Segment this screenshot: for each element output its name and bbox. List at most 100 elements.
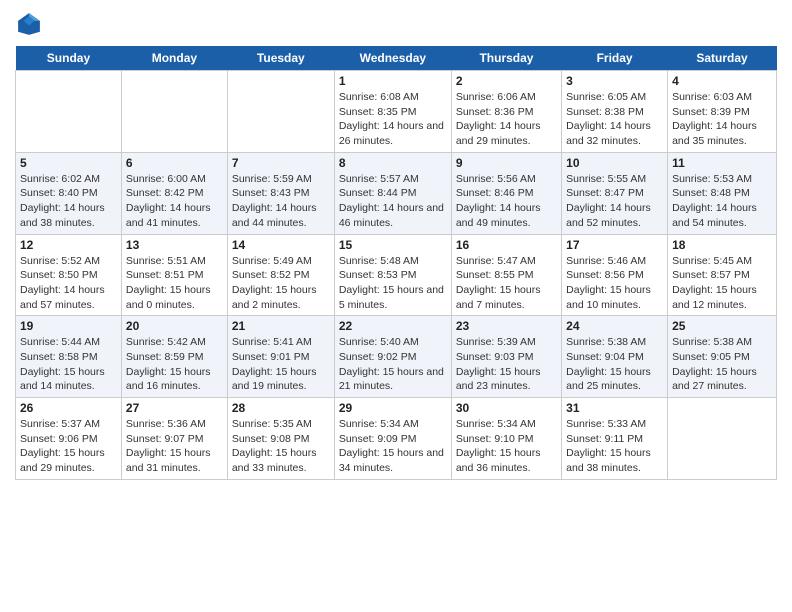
table-row: 28 Sunrise: 5:35 AMSunset: 9:08 PMDayligh… — [227, 398, 334, 480]
date-number: 9 — [456, 156, 557, 170]
table-row: 21 Sunrise: 5:41 AMSunset: 9:01 PMDayligh… — [227, 316, 334, 398]
day-info: Sunrise: 5:51 AMSunset: 8:51 PMDaylight:… — [126, 254, 223, 313]
date-number: 23 — [456, 319, 557, 333]
day-info: Sunrise: 5:42 AMSunset: 8:59 PMDaylight:… — [126, 335, 223, 394]
day-info: Sunrise: 5:49 AMSunset: 8:52 PMDaylight:… — [232, 254, 330, 313]
table-row: 17 Sunrise: 5:46 AMSunset: 8:56 PMDayligh… — [562, 234, 668, 316]
day-info: Sunrise: 6:00 AMSunset: 8:42 PMDaylight:… — [126, 172, 223, 231]
date-number: 26 — [20, 401, 117, 415]
day-info: Sunrise: 5:56 AMSunset: 8:46 PMDaylight:… — [456, 172, 557, 231]
date-number: 18 — [672, 238, 772, 252]
day-info: Sunrise: 5:53 AMSunset: 8:48 PMDaylight:… — [672, 172, 772, 231]
table-row: 29 Sunrise: 5:34 AMSunset: 9:09 PMDayligh… — [334, 398, 451, 480]
date-number: 4 — [672, 74, 772, 88]
date-number: 17 — [566, 238, 663, 252]
date-number: 10 — [566, 156, 663, 170]
table-row: 27Sunrise: 5:36 AMSunset: 9:07 PMDayligh… — [121, 398, 227, 480]
table-row: 24Sunrise: 5:38 AMSunset: 9:04 PMDayligh… — [562, 316, 668, 398]
table-row: 31 Sunrise: 5:33 AMSunset: 9:11 PMDayligh… — [562, 398, 668, 480]
date-number: 6 — [126, 156, 223, 170]
table-row: 4 Sunrise: 6:03 AMSunset: 8:39 PMDaylight… — [668, 71, 777, 153]
date-number: 13 — [126, 238, 223, 252]
date-number: 30 — [456, 401, 557, 415]
day-info: Sunrise: 5:59 AMSunset: 8:43 PMDaylight:… — [232, 172, 330, 231]
date-number: 25 — [672, 319, 772, 333]
logo — [15, 10, 45, 38]
table-row: 8Sunrise: 5:57 AMSunset: 8:44 PMDaylight… — [334, 152, 451, 234]
day-info: Sunrise: 5:44 AMSunset: 8:58 PMDaylight:… — [20, 335, 117, 394]
date-number: 28 — [232, 401, 330, 415]
day-info: Sunrise: 5:35 AMSunset: 9:08 PMDaylight:… — [232, 417, 330, 476]
header-wednesday: Wednesday — [334, 46, 451, 71]
table-row: 1 Sunrise: 6:08 AMSunset: 8:35 PMDaylight… — [334, 71, 451, 153]
date-number: 20 — [126, 319, 223, 333]
table-row — [227, 71, 334, 153]
table-row: 12 Sunrise: 5:52 AMSunset: 8:50 PMDayligh… — [16, 234, 122, 316]
header-monday: Monday — [121, 46, 227, 71]
table-row — [121, 71, 227, 153]
calendar-week-row: 1 Sunrise: 6:08 AMSunset: 8:35 PMDaylight… — [16, 71, 777, 153]
day-info: Sunrise: 6:03 AMSunset: 8:39 PMDaylight:… — [672, 90, 772, 149]
table-row: 10Sunrise: 5:55 AMSunset: 8:47 PMDayligh… — [562, 152, 668, 234]
date-number: 15 — [339, 238, 447, 252]
day-info: Sunrise: 5:38 AMSunset: 9:05 PMDaylight:… — [672, 335, 772, 394]
date-number: 31 — [566, 401, 663, 415]
day-info: Sunrise: 5:37 AMSunset: 9:06 PMDaylight:… — [20, 417, 117, 476]
date-number: 29 — [339, 401, 447, 415]
day-info: Sunrise: 6:02 AMSunset: 8:40 PMDaylight:… — [20, 172, 117, 231]
table-row: 25 Sunrise: 5:38 AMSunset: 9:05 PMDayligh… — [668, 316, 777, 398]
table-row: 23 Sunrise: 5:39 AMSunset: 9:03 PMDayligh… — [451, 316, 561, 398]
date-number: 11 — [672, 156, 772, 170]
date-number: 19 — [20, 319, 117, 333]
header-friday: Friday — [562, 46, 668, 71]
calendar-table: Sunday Monday Tuesday Wednesday Thursday… — [15, 46, 777, 480]
date-number: 2 — [456, 74, 557, 88]
date-number: 22 — [339, 319, 447, 333]
date-number: 7 — [232, 156, 330, 170]
table-row: 5 Sunrise: 6:02 AMSunset: 8:40 PMDaylight… — [16, 152, 122, 234]
header-saturday: Saturday — [668, 46, 777, 71]
date-number: 1 — [339, 74, 447, 88]
day-info: Sunrise: 5:33 AMSunset: 9:11 PMDaylight:… — [566, 417, 663, 476]
day-info: Sunrise: 6:08 AMSunset: 8:35 PMDaylight:… — [339, 90, 447, 149]
calendar-week-row: 5 Sunrise: 6:02 AMSunset: 8:40 PMDaylight… — [16, 152, 777, 234]
calendar-header-row: Sunday Monday Tuesday Wednesday Thursday… — [16, 46, 777, 71]
day-info: Sunrise: 5:47 AMSunset: 8:55 PMDaylight:… — [456, 254, 557, 313]
day-info: Sunrise: 5:39 AMSunset: 9:03 PMDaylight:… — [456, 335, 557, 394]
calendar-body: 1 Sunrise: 6:08 AMSunset: 8:35 PMDaylight… — [16, 71, 777, 480]
header — [15, 10, 777, 38]
table-row: 19 Sunrise: 5:44 AMSunset: 8:58 PMDayligh… — [16, 316, 122, 398]
page: Sunday Monday Tuesday Wednesday Thursday… — [0, 0, 792, 490]
day-info: Sunrise: 5:34 AMSunset: 9:10 PMDaylight:… — [456, 417, 557, 476]
date-number: 24 — [566, 319, 663, 333]
day-info: Sunrise: 6:06 AMSunset: 8:36 PMDaylight:… — [456, 90, 557, 149]
day-info: Sunrise: 5:46 AMSunset: 8:56 PMDaylight:… — [566, 254, 663, 313]
table-row: 22 Sunrise: 5:40 AMSunset: 9:02 PMDayligh… — [334, 316, 451, 398]
date-number: 12 — [20, 238, 117, 252]
table-row: 11 Sunrise: 5:53 AMSunset: 8:48 PMDayligh… — [668, 152, 777, 234]
table-row — [668, 398, 777, 480]
table-row: 2 Sunrise: 6:06 AMSunset: 8:36 PMDaylight… — [451, 71, 561, 153]
table-row: 3 Sunrise: 6:05 AMSunset: 8:38 PMDaylight… — [562, 71, 668, 153]
date-number: 3 — [566, 74, 663, 88]
table-row: 14 Sunrise: 5:49 AMSunset: 8:52 PMDayligh… — [227, 234, 334, 316]
calendar-week-row: 12 Sunrise: 5:52 AMSunset: 8:50 PMDayligh… — [16, 234, 777, 316]
header-sunday: Sunday — [16, 46, 122, 71]
day-info: Sunrise: 5:40 AMSunset: 9:02 PMDaylight:… — [339, 335, 447, 394]
table-row — [16, 71, 122, 153]
date-number: 27 — [126, 401, 223, 415]
date-number: 21 — [232, 319, 330, 333]
day-info: Sunrise: 5:34 AMSunset: 9:09 PMDaylight:… — [339, 417, 447, 476]
table-row: 26 Sunrise: 5:37 AMSunset: 9:06 PMDayligh… — [16, 398, 122, 480]
date-number: 5 — [20, 156, 117, 170]
date-number: 14 — [232, 238, 330, 252]
day-info: Sunrise: 5:48 AMSunset: 8:53 PMDaylight:… — [339, 254, 447, 313]
table-row: 6 Sunrise: 6:00 AMSunset: 8:42 PMDaylight… — [121, 152, 227, 234]
table-row: 30 Sunrise: 5:34 AMSunset: 9:10 PMDayligh… — [451, 398, 561, 480]
logo-icon — [15, 10, 43, 38]
day-info: Sunrise: 6:05 AMSunset: 8:38 PMDaylight:… — [566, 90, 663, 149]
day-info: Sunrise: 5:57 AMSunset: 8:44 PMDaylight:… — [339, 172, 447, 231]
day-info: Sunrise: 5:52 AMSunset: 8:50 PMDaylight:… — [20, 254, 117, 313]
table-row: 9 Sunrise: 5:56 AMSunset: 8:46 PMDaylight… — [451, 152, 561, 234]
day-info: Sunrise: 5:41 AMSunset: 9:01 PMDaylight:… — [232, 335, 330, 394]
